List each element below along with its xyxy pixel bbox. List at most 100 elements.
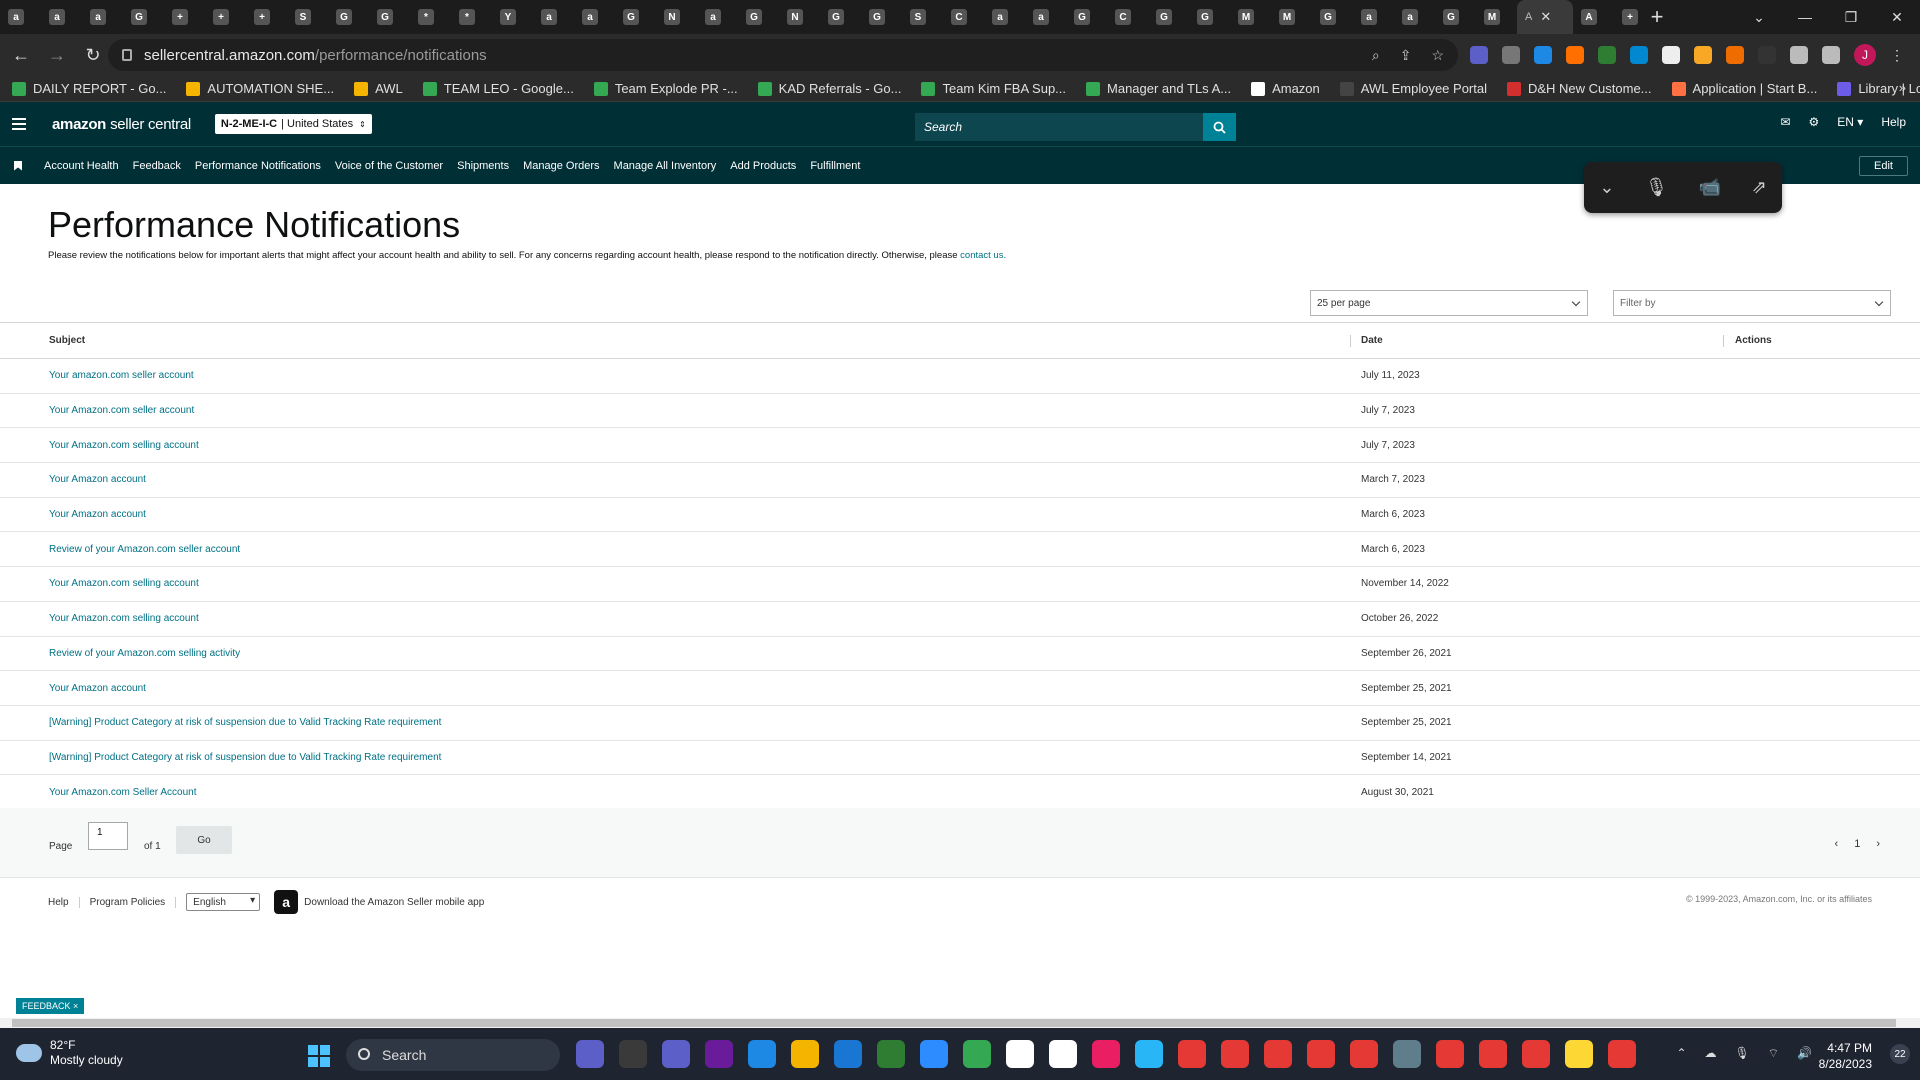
taskbar-app-icon[interactable] [748,1040,776,1068]
forward-button[interactable]: → [42,40,72,70]
browser-tab[interactable]: a [574,0,615,34]
nav-link[interactable]: Account Health [44,160,119,172]
nav-link[interactable]: Manage All Inventory [614,160,717,172]
extension-icon[interactable] [1630,46,1648,64]
chevron-up-icon[interactable]: ⌃ [1676,1046,1686,1061]
close-window-button[interactable]: ✕ [1874,0,1920,34]
notification-subject-link[interactable]: Your Amazon account [49,474,146,485]
extension-icon[interactable] [1502,46,1520,64]
search-input[interactable]: Search [915,113,1203,141]
notification-subject-link[interactable]: Your Amazon account [49,509,146,520]
browser-tab[interactable]: * [451,0,492,34]
next-page-button[interactable]: › [1876,838,1880,850]
filter-select[interactable]: Filter by [1613,290,1891,316]
microphone-icon[interactable]: 🎙 [1735,1046,1750,1061]
active-browser-tab[interactable]: A ✕ [1517,0,1573,34]
weather-widget[interactable]: 82°F Mostly cloudy [16,1038,123,1068]
extension-icon[interactable] [1662,46,1680,64]
mail-icon[interactable]: ✉ [1780,115,1790,129]
notification-subject-link[interactable]: Review of your Amazon.com seller account [49,544,240,555]
notification-subject-link[interactable]: Review of your Amazon.com selling activi… [49,648,240,659]
feedback-button[interactable]: FEEDBACK × [16,998,85,1014]
extension-icon[interactable] [1534,46,1552,64]
nav-link[interactable]: Shipments [457,160,509,172]
language-selector[interactable]: EN ▾ [1837,115,1863,129]
nav-link[interactable]: Performance Notifications [195,160,321,172]
browser-menu-icon[interactable]: ⋮ [1890,47,1904,64]
page-number-input[interactable]: 1 [88,822,128,850]
account-switcher[interactable]: N-2-ME-I-C | United States ⇕ [214,114,372,134]
notification-subject-link[interactable]: Your amazon.com seller account [49,370,194,381]
browser-tab[interactable]: G [615,0,656,34]
taskbar-app-icon[interactable] [963,1040,991,1068]
go-button[interactable]: Go [176,826,232,854]
browser-tab[interactable]: M [1476,0,1517,34]
close-tab-icon[interactable]: ✕ [1540,9,1551,25]
nav-link[interactable]: Voice of the Customer [335,160,443,172]
browser-tab[interactable]: a [1353,0,1394,34]
browser-tab[interactable]: G [738,0,779,34]
date-header[interactable]: Date [1361,335,1383,346]
taskbar-search[interactable]: Search [346,1039,560,1071]
download-app-link[interactable]: Download the Amazon Seller mobile app [304,897,484,908]
zoom-icon[interactable]: ⌕ [1372,47,1380,64]
notification-badge[interactable]: 22 [1890,1044,1910,1064]
horizontal-scrollbar[interactable] [0,1018,1920,1028]
browser-tab[interactable]: a [697,0,738,34]
microphone-icon[interactable]: 🎙 [1645,177,1668,198]
browser-tab[interactable]: a [1025,0,1066,34]
onedrive-icon[interactable]: ☁ [1705,1046,1717,1061]
back-button[interactable]: ← [6,40,36,70]
browser-tab[interactable]: a [1394,0,1435,34]
notification-subject-link[interactable]: Your Amazon.com seller account [49,405,194,416]
contact-us-link[interactable]: contact us. [960,250,1006,261]
help-link[interactable]: Help [1881,115,1906,129]
nav-link[interactable]: Fulfillment [810,160,860,172]
taskbar-app-icon[interactable] [834,1040,862,1068]
per-page-select[interactable]: 25 per page [1310,290,1588,316]
browser-tab[interactable]: G [820,0,861,34]
taskbar-app-icon[interactable] [1565,1040,1593,1068]
bookmark-item[interactable]: AWL [354,81,403,96]
volume-icon[interactable]: 🔊 [1797,1046,1812,1061]
notification-subject-link[interactable]: Your Amazon.com selling account [49,613,199,624]
browser-tab[interactable]: a [984,0,1025,34]
notification-subject-link[interactable]: Your Amazon.com Seller Account [49,787,197,798]
taskbar-app-icon[interactable] [920,1040,948,1068]
gear-icon[interactable]: ⚙ [1809,115,1820,129]
notification-subject-link[interactable]: Your Amazon.com selling account [49,578,199,589]
bookmark-item[interactable]: TEAM LEO - Google... [422,81,574,96]
extension-icon[interactable] [1470,46,1488,64]
url-bar[interactable]: sellercentral.amazon.com/performance/not… [108,39,1458,71]
edit-nav-button[interactable]: Edit [1859,156,1908,176]
browser-tab[interactable]: A [1573,0,1614,34]
bookmark-item[interactable]: D&H New Custome... [1506,81,1652,96]
windows-start-icon[interactable] [308,1045,330,1067]
previous-page-button[interactable]: ‹ [1835,838,1839,850]
taskbar-app-icon[interactable] [791,1040,819,1068]
browser-tab[interactable]: M [1230,0,1271,34]
bookmark-item[interactable]: DAILY REPORT - Go... [12,81,166,96]
browser-tab[interactable]: G [1435,0,1476,34]
taskbar-clock[interactable]: 4:47 PM 8/28/2023 [1819,1040,1872,1072]
browser-tab[interactable]: G [1312,0,1353,34]
browser-tab[interactable]: a [533,0,574,34]
bookmark-item[interactable]: Amazon [1251,81,1320,96]
taskbar-app-icon[interactable] [1092,1040,1120,1068]
seller-central-logo[interactable]: amazon seller central [52,116,191,133]
notification-subject-link[interactable]: [Warning] Product Category at risk of su… [49,717,441,728]
share-icon[interactable]: ⇪ [1400,47,1412,64]
extension-icon[interactable] [1694,46,1712,64]
minimize-button[interactable]: — [1782,0,1828,34]
taskbar-app-icon[interactable] [1178,1040,1206,1068]
bookmark-item[interactable]: Manager and TLs A... [1086,81,1231,96]
bookmark-item[interactable]: Application | Start B... [1671,81,1817,96]
extension-icon[interactable] [1758,46,1776,64]
more-bookmarks-icon[interactable]: » [1899,80,1906,95]
browser-tab[interactable]: Y [492,0,533,34]
reload-button[interactable]: ↻ [78,40,108,70]
taskbar-app-icon[interactable] [1350,1040,1378,1068]
notification-subject-link[interactable]: Your Amazon account [49,683,146,694]
bookmark-item[interactable]: AUTOMATION SHE... [186,81,334,96]
taskbar-app-icon[interactable] [1393,1040,1421,1068]
